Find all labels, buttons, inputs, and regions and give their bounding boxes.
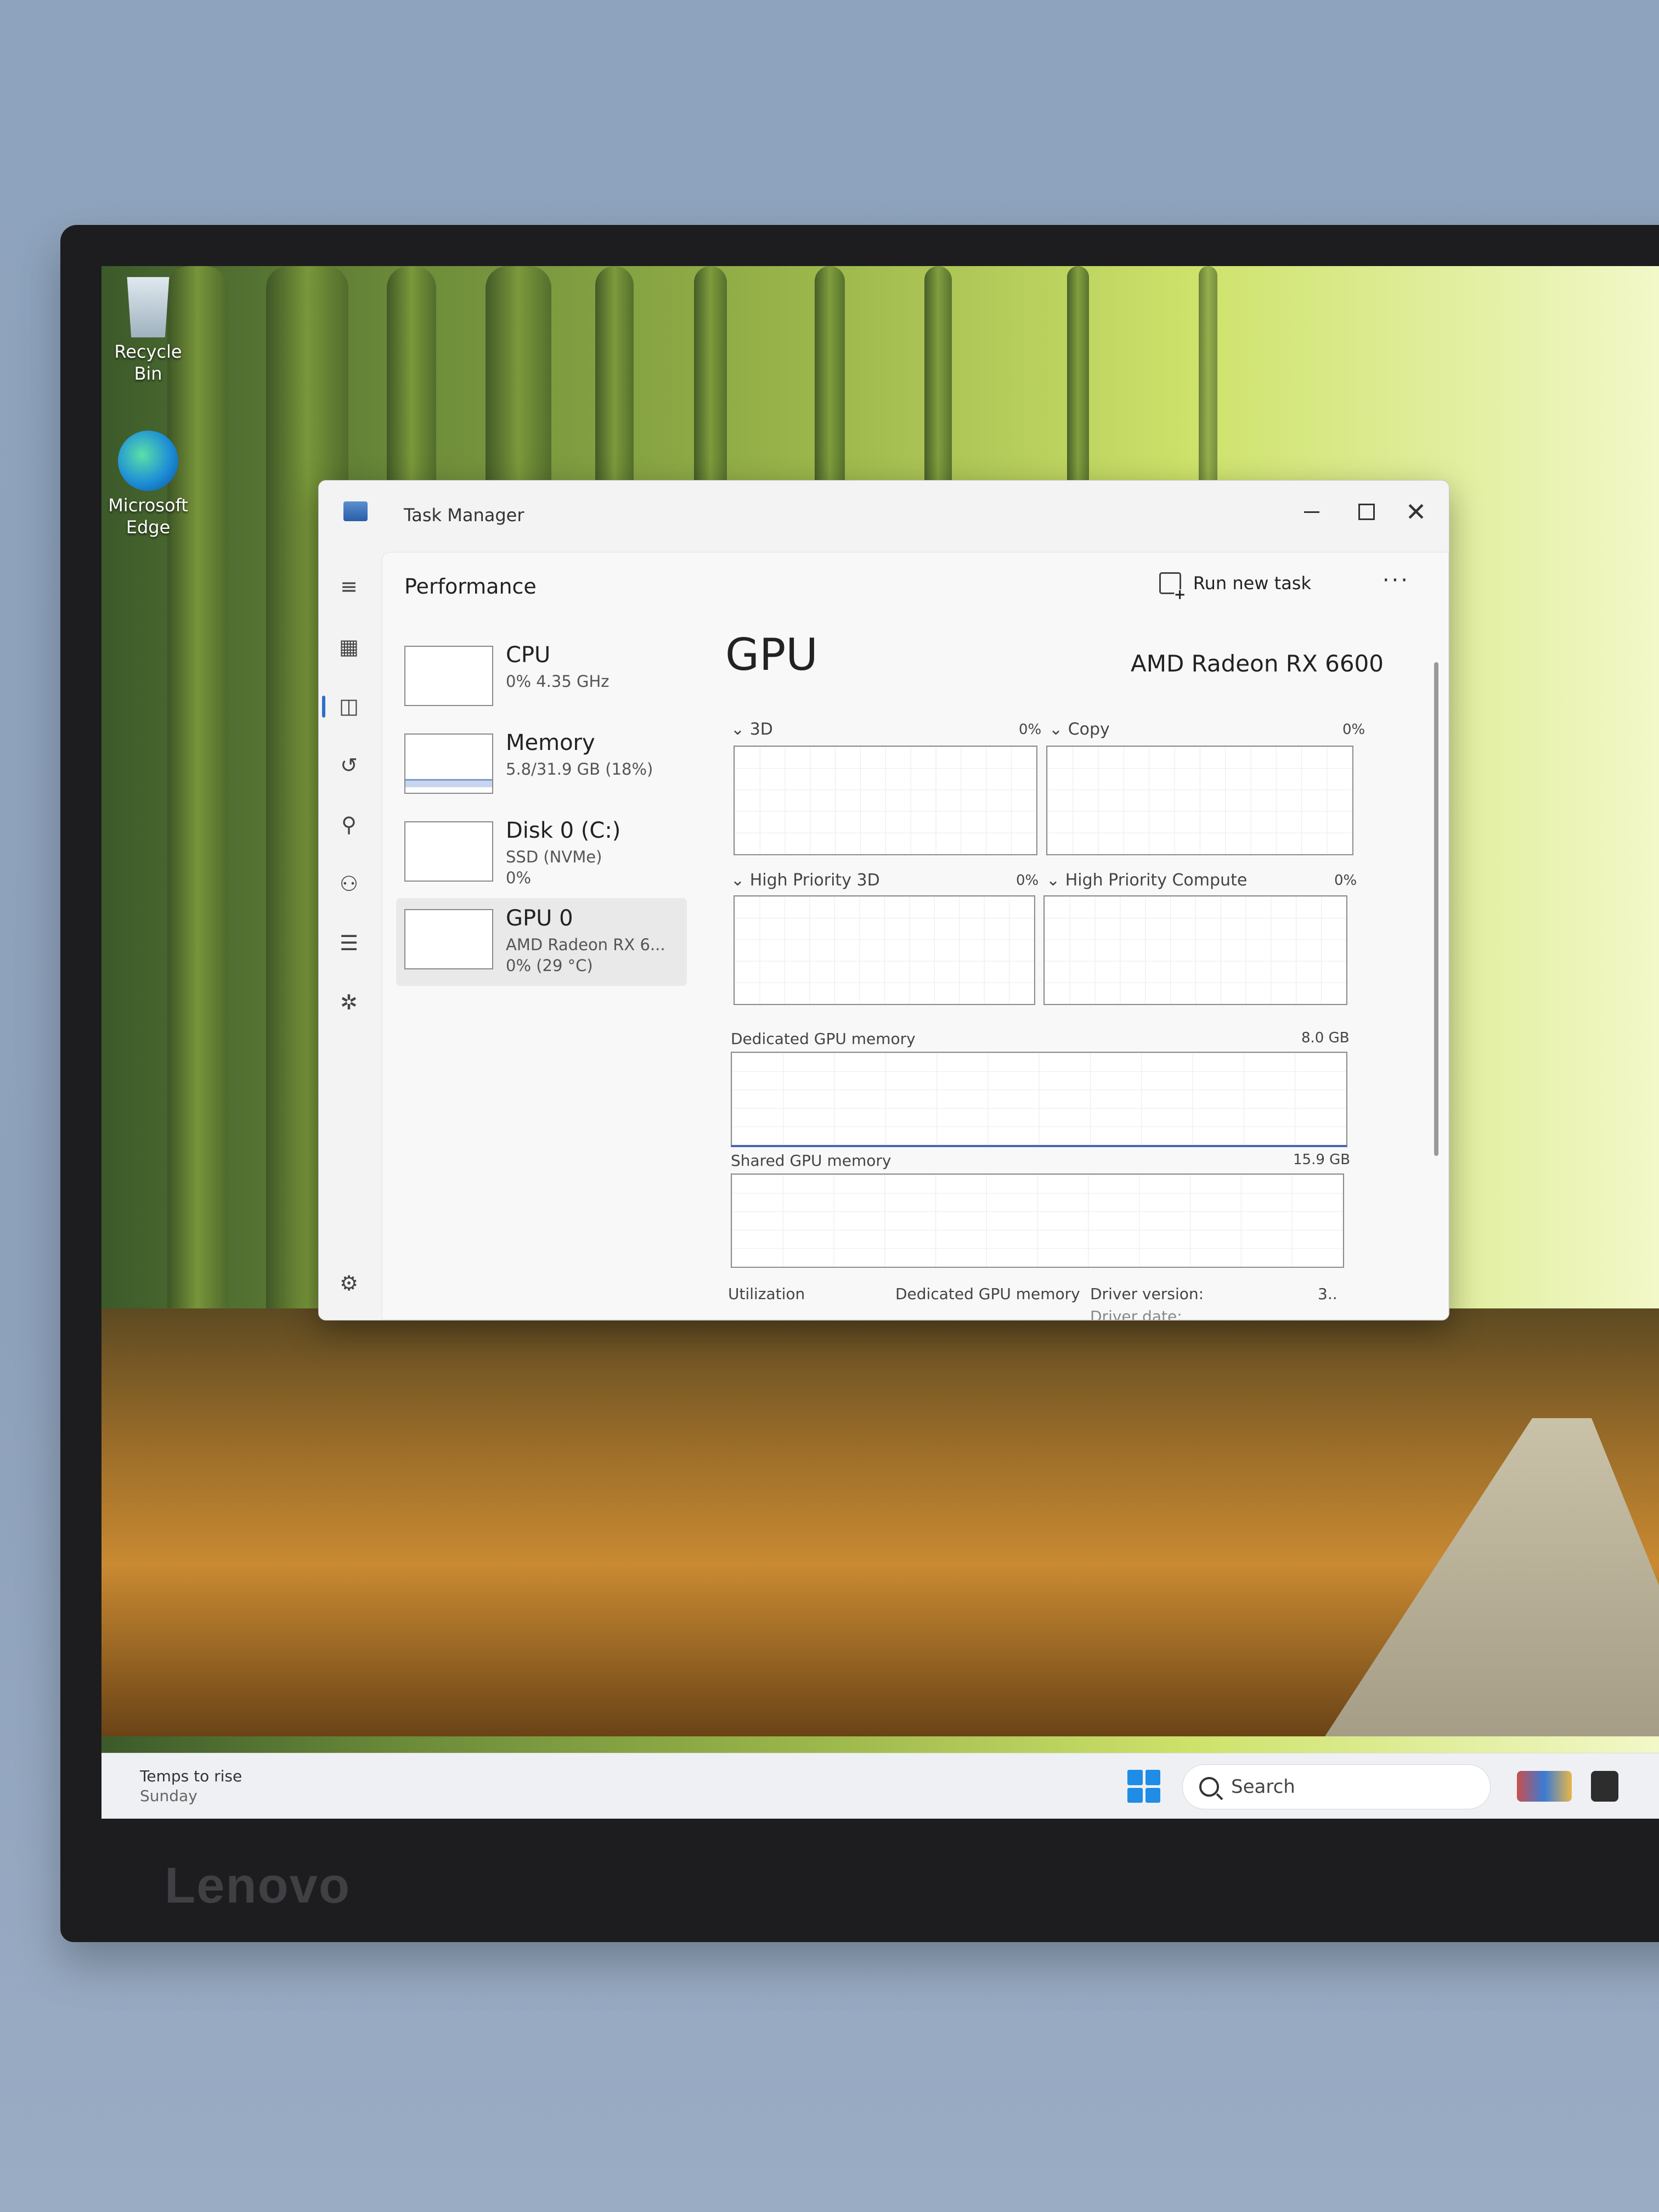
task-manager-window: Task Manager ✕ ≡ ▦ ◫ ↺ ⚲ ⚇ ☰ ✲ ⚙ Perform… (318, 480, 1449, 1321)
title-bar[interactable]: Task Manager ✕ (319, 481, 1449, 552)
gpu-model: AMD Radeon RX 6600 (1130, 650, 1384, 677)
performance-list: CPU 0% 4.35 GHz Memory 5.8/31.9 GB (18%)… (396, 635, 687, 986)
run-new-task-button[interactable]: Run new task (1159, 572, 1311, 600)
search-icon (1199, 1777, 1219, 1797)
detail-title: GPU (725, 629, 818, 680)
stat-dedicated-label: Dedicated GPU memory (895, 1285, 1080, 1303)
cpu-thumbnail (404, 646, 493, 706)
disk-thumbnail (404, 821, 493, 882)
graph-shared-memory (731, 1173, 1344, 1268)
stat-driver-version-value: 3.. (1318, 1285, 1338, 1303)
run-task-icon (1159, 572, 1185, 600)
minimize-button[interactable] (1290, 493, 1334, 531)
stat-driver-date-label: Driver date: (1090, 1307, 1182, 1321)
task-view-icon[interactable] (1591, 1771, 1618, 1802)
engine-hpcompute-dropdown[interactable]: ⌄ High Priority Compute (1046, 871, 1247, 890)
engine-hp3d-value: 0% (1016, 872, 1039, 889)
shared-memory-value: 15.9 GB (1293, 1152, 1351, 1168)
dedicated-memory-value: 8.0 GB (1301, 1030, 1350, 1046)
performance-pane: Performance Run new task ··· CPU 0% 4.35… (382, 552, 1449, 1320)
page-title: Performance (404, 574, 537, 599)
lenovo-logo: Lenovo (165, 1858, 351, 1914)
memory-thumbnail (404, 733, 493, 794)
processes-icon[interactable]: ▦ (336, 634, 362, 659)
more-options-button[interactable]: ··· (1383, 568, 1410, 593)
users-icon[interactable]: ⚇ (336, 871, 362, 896)
perf-item-gpu[interactable]: GPU 0 AMD Radeon RX 6... 0% (29 °C) (396, 898, 687, 986)
vertical-scrollbar[interactable] (1434, 662, 1438, 1156)
engine-3d-dropdown[interactable]: ⌄ 3D (731, 720, 773, 739)
app-history-icon[interactable]: ↺ (336, 753, 362, 778)
start-button[interactable] (1127, 1770, 1160, 1803)
startup-apps-icon[interactable]: ⚲ (336, 812, 362, 837)
settings-gear-icon[interactable]: ⚙ (336, 1271, 362, 1296)
engine-hpcompute-value: 0% (1334, 872, 1357, 889)
weather-widget[interactable]: Temps to rise Sunday (140, 1767, 242, 1806)
stat-utilization-label: Utilization (728, 1285, 805, 1303)
recycle-bin-shortcut[interactable]: Recycle Bin (101, 277, 195, 385)
nav-selection-indicator (322, 696, 325, 718)
services-icon[interactable]: ✲ (336, 990, 362, 1015)
perf-item-disk[interactable]: Disk 0 (C:) SSD (NVMe) 0% (396, 810, 687, 898)
gpu-thumbnail (404, 909, 493, 969)
perf-item-memory[interactable]: Memory 5.8/31.9 GB (18%) (396, 723, 687, 810)
engine-3d-value: 0% (1019, 721, 1042, 738)
close-button[interactable]: ✕ (1394, 493, 1438, 531)
hamburger-menu-icon[interactable]: ≡ (336, 574, 362, 599)
graph-dedicated-memory (731, 1052, 1347, 1147)
graph-high-priority-3d (733, 895, 1035, 1005)
stat-driver-version-label: Driver version: (1090, 1285, 1204, 1303)
shared-memory-label: Shared GPU memory (731, 1152, 891, 1170)
graph-copy (1046, 746, 1353, 855)
task-manager-app-icon (343, 501, 368, 521)
edge-shortcut[interactable]: Microsoft Edge (101, 431, 195, 538)
details-icon[interactable]: ☰ (336, 930, 362, 956)
widgets-icon[interactable] (1517, 1771, 1572, 1802)
edge-icon (118, 431, 178, 491)
window-title: Task Manager (404, 505, 524, 526)
engine-copy-dropdown[interactable]: ⌄ Copy (1049, 720, 1110, 739)
nav-rail: ≡ ▦ ◫ ↺ ⚲ ⚇ ☰ ✲ ⚙ (319, 552, 379, 1320)
perf-item-cpu[interactable]: CPU 0% 4.35 GHz (396, 635, 687, 723)
dedicated-memory-label: Dedicated GPU memory (731, 1030, 916, 1048)
taskbar-search[interactable]: Search (1182, 1764, 1491, 1809)
taskbar: Temps to rise Sunday Search (101, 1753, 1659, 1819)
graph-3d (733, 746, 1037, 855)
engine-hp3d-dropdown[interactable]: ⌄ High Priority 3D (731, 871, 880, 890)
maximize-button[interactable] (1345, 493, 1389, 531)
graph-high-priority-compute (1043, 895, 1347, 1005)
performance-icon[interactable]: ◫ (336, 693, 362, 719)
engine-copy-value: 0% (1342, 721, 1365, 738)
recycle-bin-icon (127, 277, 170, 337)
